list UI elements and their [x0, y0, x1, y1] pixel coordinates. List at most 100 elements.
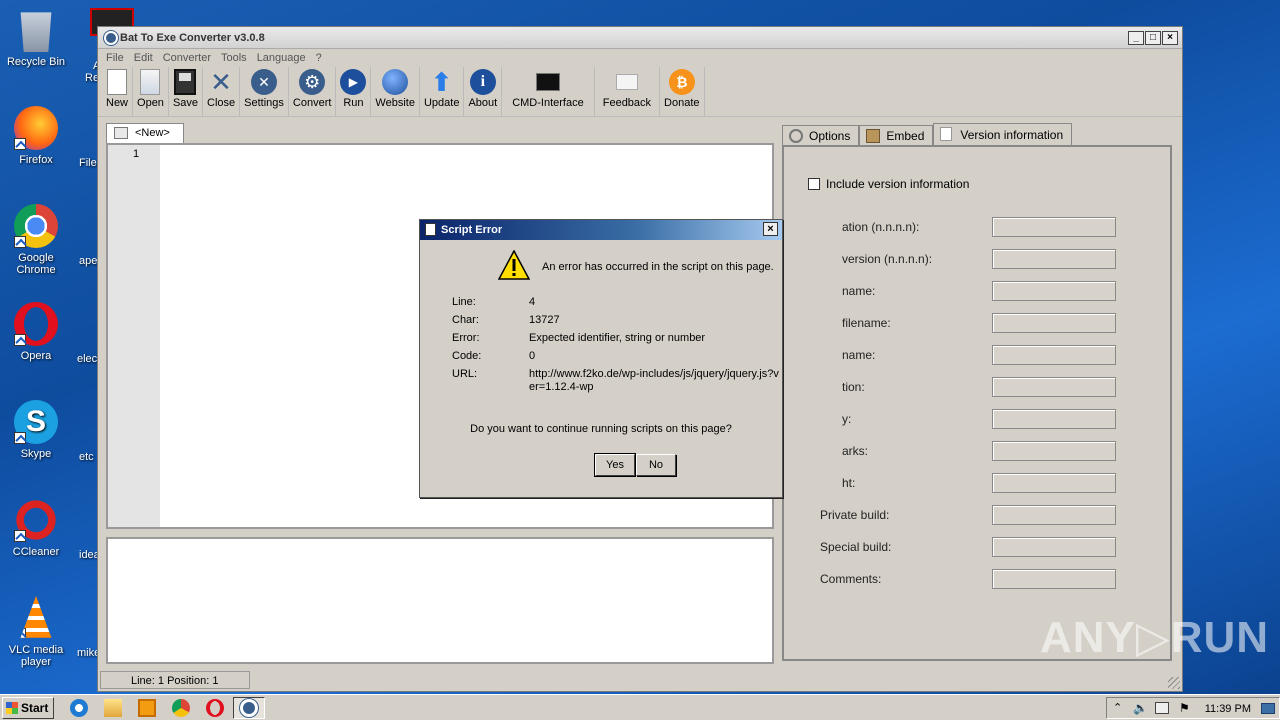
window-title: Bat To Exe Converter v3.0.8 — [120, 32, 265, 44]
desktop-icon-recycle-bin[interactable]: Recycle Bin — [0, 8, 72, 68]
file-version-input[interactable] — [992, 217, 1116, 237]
description-input[interactable] — [992, 377, 1116, 397]
desktop-icon-label: CCleaner — [12, 546, 60, 558]
detail-value: http://www.f2ko.de/wp-includes/js/jquery… — [529, 368, 779, 393]
include-version-checkbox-row[interactable]: Include version information — [808, 177, 969, 191]
special-build-input[interactable] — [992, 537, 1116, 557]
show-desktop-icon[interactable] — [1261, 703, 1275, 714]
copyright-input[interactable] — [992, 473, 1116, 493]
about-button[interactable]: i About — [464, 67, 503, 116]
menu-tools[interactable]: Tools — [221, 52, 247, 64]
desktop-icon-label: Google Chrome — [16, 252, 56, 276]
taskbar-bat-to-exe[interactable] — [233, 697, 265, 719]
gear-icon: ⚙ — [299, 69, 326, 95]
ie-icon[interactable] — [70, 699, 88, 717]
desktop-icon-firefox[interactable]: Firefox — [0, 106, 72, 166]
detail-key: URL: — [452, 368, 478, 380]
menu-language[interactable]: Language — [257, 52, 306, 64]
menu-converter[interactable]: Converter — [163, 52, 211, 64]
toolbar-label: Website — [375, 97, 415, 109]
include-version-checkbox[interactable] — [808, 178, 820, 190]
dialog-title: Script Error — [441, 224, 503, 236]
trademarks-input[interactable] — [992, 441, 1116, 461]
toolbar-label: Update — [423, 97, 460, 109]
continue-question: Do you want to continue running scripts … — [470, 423, 732, 435]
desktop-icon-ccleaner[interactable]: CCleaner — [0, 498, 72, 558]
original-filename-input[interactable] — [992, 313, 1116, 333]
network-icon[interactable] — [1155, 702, 1169, 714]
open-folder-icon — [140, 69, 161, 95]
maximize-button[interactable]: □ — [1145, 31, 1161, 45]
desktop-icon-vlc[interactable]: VLC media player — [0, 596, 72, 668]
taskbar: Start ⌃ 🔈 ⚑ 11:39 PM — [0, 694, 1280, 720]
cmd-interface-button[interactable]: CMD-Interface — [502, 67, 595, 116]
explorer-folder-icon[interactable] — [104, 699, 122, 717]
taskbar-clock[interactable]: 11:39 PM — [1205, 703, 1251, 715]
tab-embed[interactable]: Embed — [859, 125, 934, 145]
window-titlebar[interactable]: Bat To Exe Converter v3.0.8 _ □ × — [98, 27, 1182, 49]
dialog-titlebar[interactable]: Script Error × — [420, 220, 782, 240]
document-icon — [425, 223, 436, 236]
include-version-label: Include version information — [826, 177, 970, 191]
private-build-label: Private build: — [820, 508, 890, 522]
output-pane[interactable] — [106, 537, 774, 664]
open-button[interactable]: Open — [133, 67, 169, 116]
tab-options[interactable]: Options — [782, 125, 860, 145]
info-icon: i — [469, 69, 496, 95]
menu-help[interactable]: ? — [316, 52, 322, 64]
yes-button[interactable]: Yes — [594, 453, 636, 477]
company-input[interactable] — [992, 409, 1116, 429]
desktop-icon-skype[interactable]: S Skype — [0, 400, 72, 460]
close-file-button[interactable]: ✕ Close — [203, 67, 241, 116]
tab-label: Version information — [960, 128, 1064, 142]
vlc-cone-icon — [20, 596, 52, 638]
detail-value: 0 — [529, 350, 536, 362]
update-button[interactable]: ⬆ Update — [420, 66, 465, 116]
terminal-icon — [535, 73, 560, 91]
menu-edit[interactable]: Edit — [134, 52, 153, 64]
feedback-button[interactable]: Feedback — [595, 67, 661, 116]
product-name-input[interactable] — [992, 281, 1116, 301]
minimize-button[interactable]: _ — [1128, 31, 1144, 45]
convert-button[interactable]: ⚙ Convert — [289, 67, 337, 116]
new-button[interactable]: New — [102, 67, 134, 116]
resize-grip[interactable] — [1168, 677, 1180, 689]
up-arrow-icon: ⬆ — [430, 66, 453, 97]
action-center-flag-icon[interactable]: ⚑ — [1179, 701, 1190, 715]
volume-icon[interactable]: 🔈 — [1133, 701, 1148, 715]
internal-name-input[interactable] — [992, 345, 1116, 365]
chrome-icon[interactable] — [172, 699, 190, 717]
script-tab-icon — [114, 127, 128, 139]
website-button[interactable]: Website — [371, 67, 420, 116]
product-version-input[interactable] — [992, 249, 1116, 269]
run-button[interactable]: ▶ Run — [336, 67, 372, 116]
skype-icon: S — [14, 400, 58, 444]
tab-new-script[interactable]: <New> — [106, 123, 184, 143]
tab-version-information[interactable]: Version information — [933, 123, 1073, 145]
start-button[interactable]: Start — [2, 697, 54, 719]
comments-label: Comments: — [820, 572, 882, 586]
desktop-icon-opera[interactable]: Opera — [0, 302, 72, 362]
comments-input[interactable] — [992, 569, 1116, 589]
chrome-icon — [14, 204, 58, 248]
media-player-icon[interactable] — [138, 699, 156, 717]
package-box-icon — [866, 129, 881, 143]
private-build-input[interactable] — [992, 505, 1116, 525]
donate-button[interactable]: ₿ Donate — [660, 67, 705, 116]
menu-file[interactable]: File — [106, 52, 124, 64]
close-button[interactable]: × — [1162, 31, 1178, 45]
desktop-cut-label: idea — [79, 549, 99, 561]
detail-error: Error: Expected identifier, string or nu… — [452, 332, 705, 344]
tab-label: <New> — [135, 127, 170, 139]
desktop-icon-chrome[interactable]: Google Chrome — [0, 204, 72, 276]
line-number-gutter: 1 — [108, 145, 160, 527]
dialog-close-button[interactable]: × — [763, 222, 778, 236]
desktop-cut-label: elec — [77, 353, 97, 365]
opera-icon[interactable] — [206, 699, 224, 717]
settings-button[interactable]: ✕ Settings — [240, 67, 289, 116]
tray-expand-icon[interactable]: ⌃ — [1113, 701, 1122, 714]
no-button[interactable]: No — [636, 454, 676, 476]
save-button[interactable]: Save — [169, 67, 204, 116]
toolbar-label: CMD-Interface — [512, 97, 584, 109]
desktop-cut-label: mike — [77, 647, 97, 659]
